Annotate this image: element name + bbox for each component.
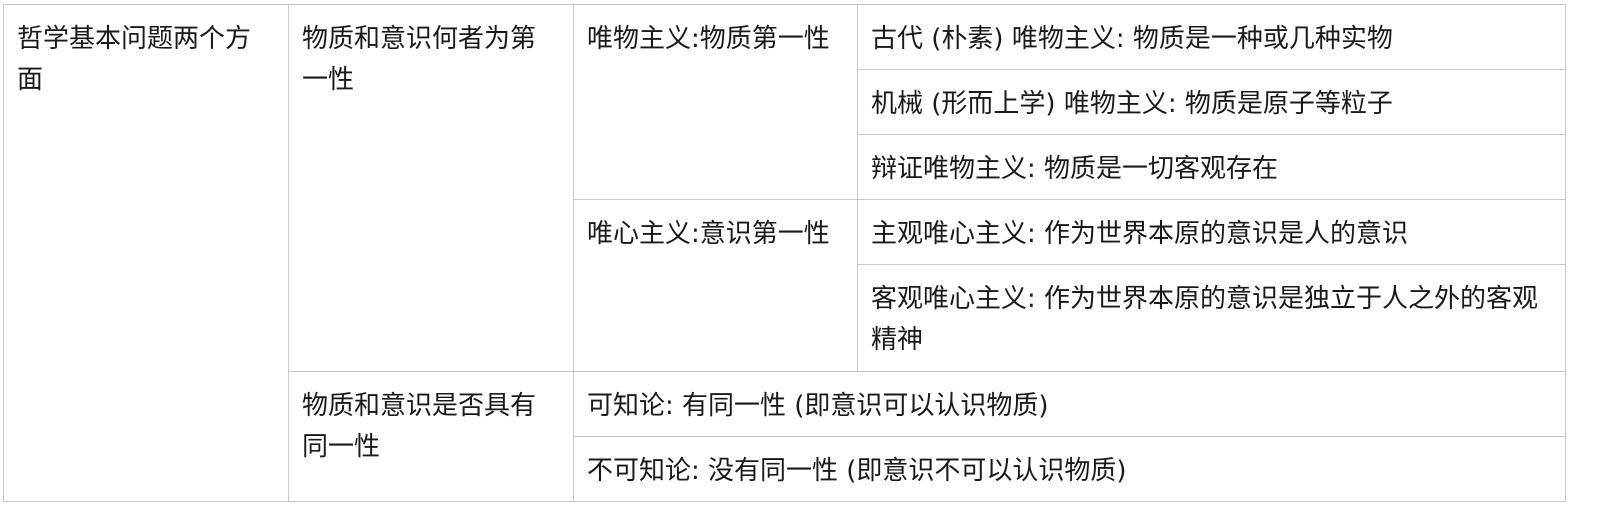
philosophy-concept-table: 哲学基本问题两个方面 物质和意识何者为第一性 唯物主义:物质第一性 古代 (朴素…: [3, 4, 1566, 502]
school-label: 唯心主义:意识第一性: [587, 219, 830, 249]
item-text: 古代 (朴素) 唯物主义: 物质是一种或几种实物: [871, 24, 1393, 54]
root-label: 哲学基本问题两个方面: [17, 24, 252, 95]
item-cell: 不可知论: 没有同一性 (即意识不可以认识物质): [573, 436, 1566, 502]
item-text: 机械 (形而上学) 唯物主义: 物质是原子等粒子: [871, 89, 1393, 119]
aspect-cell-primacy: 物质和意识何者为第一性: [288, 4, 574, 372]
item-cell: 主观唯心主义: 作为世界本原的意识是人的意识: [857, 199, 1566, 265]
aspect-cell-identity: 物质和意识是否具有同一性: [288, 371, 574, 502]
table-row: 哲学基本问题两个方面 物质和意识何者为第一性 唯物主义:物质第一性 古代 (朴素…: [3, 4, 1566, 502]
item-text: 可知论: 有同一性 (即意识可以认识物质): [587, 391, 1049, 421]
item-text: 客观唯心主义: 作为世界本原的意识是独立于人之外的客观精神: [871, 284, 1539, 355]
item-cell: 古代 (朴素) 唯物主义: 物质是一种或几种实物: [857, 4, 1566, 70]
item-cell: 可知论: 有同一性 (即意识可以认识物质): [573, 371, 1566, 437]
item-text: 主观唯心主义: 作为世界本原的意识是人的意识: [871, 219, 1409, 249]
school-cell-materialism: 唯物主义:物质第一性: [573, 4, 858, 200]
root-cell: 哲学基本问题两个方面: [3, 4, 289, 502]
item-text: 不可知论: 没有同一性 (即意识不可以认识物质): [587, 456, 1127, 486]
item-text: 辩证唯物主义: 物质是一切客观存在: [871, 154, 1279, 184]
item-cell: 机械 (形而上学) 唯物主义: 物质是原子等粒子: [857, 69, 1566, 135]
item-cell: 客观唯心主义: 作为世界本原的意识是独立于人之外的客观精神: [857, 264, 1566, 372]
aspect-label: 物质和意识何者为第一性: [302, 24, 537, 95]
school-cell-idealism: 唯心主义:意识第一性: [573, 199, 858, 372]
school-label: 唯物主义:物质第一性: [587, 24, 830, 54]
item-cell: 辩证唯物主义: 物质是一切客观存在: [857, 134, 1566, 200]
aspect-label: 物质和意识是否具有同一性: [302, 391, 537, 462]
